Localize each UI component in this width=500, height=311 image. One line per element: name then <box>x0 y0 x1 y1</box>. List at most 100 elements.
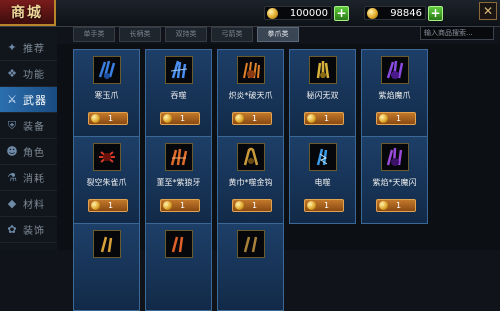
sidebar-item-consumables[interactable]: ⚗ 消耗 <box>0 165 57 191</box>
item-card[interactable]: 黄巾*噬金钩 1 <box>217 136 284 224</box>
gold-coin-icon <box>267 7 278 19</box>
claw-weapon-icon <box>93 230 121 258</box>
item-price: 1 <box>323 201 330 210</box>
item-card[interactable]: 炽炎*破天爪 1 <box>217 49 284 137</box>
item-price: 1 <box>107 201 114 210</box>
claw-weapon-icon <box>237 143 265 171</box>
sidebar-item-character[interactable]: ☻ 角色 <box>0 139 57 165</box>
item-name: 黄巾*噬金钩 <box>228 178 273 187</box>
item-price: 1 <box>395 201 402 210</box>
coin-icon <box>91 201 100 210</box>
item-price: 1 <box>251 201 258 210</box>
sidebar-item-weapons[interactable]: ⚔ 武器 <box>0 87 57 113</box>
gold-amount: 100000 <box>289 7 328 19</box>
coin-icon <box>379 201 388 210</box>
claw-weapon-icon <box>237 230 265 258</box>
add-silver-button[interactable]: + <box>428 5 443 21</box>
buy-button[interactable]: 1 <box>304 199 344 212</box>
tab-bow[interactable]: 弓箭类 <box>211 27 253 42</box>
shop-title-plate: 商城 <box>0 0 56 26</box>
sidebar-item-label: 推荐 <box>23 44 45 55</box>
item-card[interactable] <box>73 223 140 311</box>
tab-claw[interactable]: 拳爪类 <box>257 27 299 42</box>
item-price: 1 <box>323 114 330 123</box>
claw-weapon-icon <box>237 56 265 84</box>
sidebar-item-label: 消耗 <box>23 174 45 185</box>
potion-icon: ⚗ <box>7 170 17 184</box>
item-card[interactable]: 吞噬 1 <box>145 49 212 137</box>
close-icon: ✕ <box>482 4 494 18</box>
buy-button[interactable]: 1 <box>304 112 344 125</box>
buy-button[interactable]: 1 <box>88 112 128 125</box>
tab-one-handed[interactable]: 单手类 <box>73 27 115 42</box>
currency-silver: 98846 + <box>364 5 443 21</box>
sidebar-item-recommend[interactable]: ✦ 推荐 <box>0 35 57 61</box>
coin-icon <box>307 201 316 210</box>
gift-icon: ❖ <box>7 66 17 80</box>
buy-button[interactable]: 1 <box>376 112 416 125</box>
add-gold-button[interactable]: + <box>334 5 349 21</box>
sidebar-item-decoration[interactable]: ✿ 装饰 <box>0 217 57 243</box>
decoration-icon: ✿ <box>7 222 17 236</box>
coin-icon <box>163 114 172 123</box>
close-button[interactable]: ✕ <box>479 2 497 20</box>
page-title: 商城 <box>11 5 43 21</box>
sidebar-item-function[interactable]: ❖ 功能 <box>0 61 57 87</box>
item-price: 1 <box>395 114 402 123</box>
item-name: 裂空朱雀爪 <box>86 178 127 187</box>
buy-button[interactable]: 1 <box>88 199 128 212</box>
item-price: 1 <box>179 114 186 123</box>
silver-amount: 98846 <box>390 7 422 19</box>
claw-weapon-icon <box>309 56 337 84</box>
item-name: 紫焰魔爪 <box>378 91 411 100</box>
claw-weapon-icon <box>93 56 121 84</box>
sidebar-item-label: 装备 <box>23 122 45 133</box>
item-card[interactable]: 寒玉爪 1 <box>73 49 140 137</box>
sidebar-item-equipment[interactable]: ⛨ 装备 <box>0 113 57 139</box>
item-card[interactable]: 电噬 1 <box>289 136 356 224</box>
claw-weapon-icon <box>165 143 193 171</box>
item-name: 吞噬 <box>170 91 187 100</box>
buy-button[interactable]: 1 <box>232 199 272 212</box>
item-card[interactable]: 紫焰魔爪 1 <box>361 49 428 137</box>
search-input[interactable] <box>420 26 494 40</box>
claw-weapon-icon <box>93 143 121 171</box>
item-price: 1 <box>107 114 114 123</box>
claw-weapon-icon <box>165 230 193 258</box>
item-card[interactable]: 秘闪无双 1 <box>289 49 356 137</box>
claw-weapon-icon <box>381 143 409 171</box>
buy-button[interactable]: 1 <box>160 199 200 212</box>
sidebar-item-label: 功能 <box>23 70 45 81</box>
silver-coin-icon <box>367 7 378 19</box>
item-name: 紫焰*天魔闪 <box>372 178 417 187</box>
coin-icon <box>91 114 100 123</box>
item-name: 炽炎*破天爪 <box>228 91 273 100</box>
item-card[interactable]: 董至*紫狼牙 1 <box>145 136 212 224</box>
claw-weapon-icon <box>165 56 193 84</box>
item-card[interactable]: 紫焰*天魔闪 1 <box>361 136 428 224</box>
buy-button[interactable]: 1 <box>376 199 416 212</box>
buy-button[interactable]: 1 <box>160 112 200 125</box>
sidebar-item-materials[interactable]: ◆ 材料 <box>0 191 57 217</box>
character-icon: ☻ <box>6 144 18 158</box>
coin-icon <box>235 114 244 123</box>
item-card[interactable] <box>145 223 212 311</box>
claw-weapon-icon <box>309 143 337 171</box>
currency-gold: 100000 + <box>264 5 349 21</box>
sidebar-item-label: 材料 <box>23 200 45 211</box>
material-icon: ◆ <box>7 196 17 210</box>
item-name: 董至*紫狼牙 <box>156 178 201 187</box>
item-card[interactable]: 裂空朱雀爪 1 <box>73 136 140 224</box>
gold-amount-slot: 100000 <box>264 6 332 20</box>
category-sidebar: ✦ 推荐 ❖ 功能 ⚔ 武器 ⛨ 装备 ☻ 角色 ⚗ 消耗 ◆ 材料 ✿ 装饰 <box>0 27 57 250</box>
sidebar-item-label: 武器 <box>23 93 47 107</box>
coin-icon <box>307 114 316 123</box>
item-name: 电噬 <box>314 178 331 187</box>
item-card[interactable] <box>217 223 284 311</box>
buy-button[interactable]: 1 <box>232 112 272 125</box>
claw-weapon-icon <box>381 56 409 84</box>
item-name: 寒玉爪 <box>94 91 119 100</box>
item-price: 1 <box>179 201 186 210</box>
tab-dual-wield[interactable]: 双持类 <box>165 27 207 42</box>
tab-polearm[interactable]: 长柄类 <box>119 27 161 42</box>
